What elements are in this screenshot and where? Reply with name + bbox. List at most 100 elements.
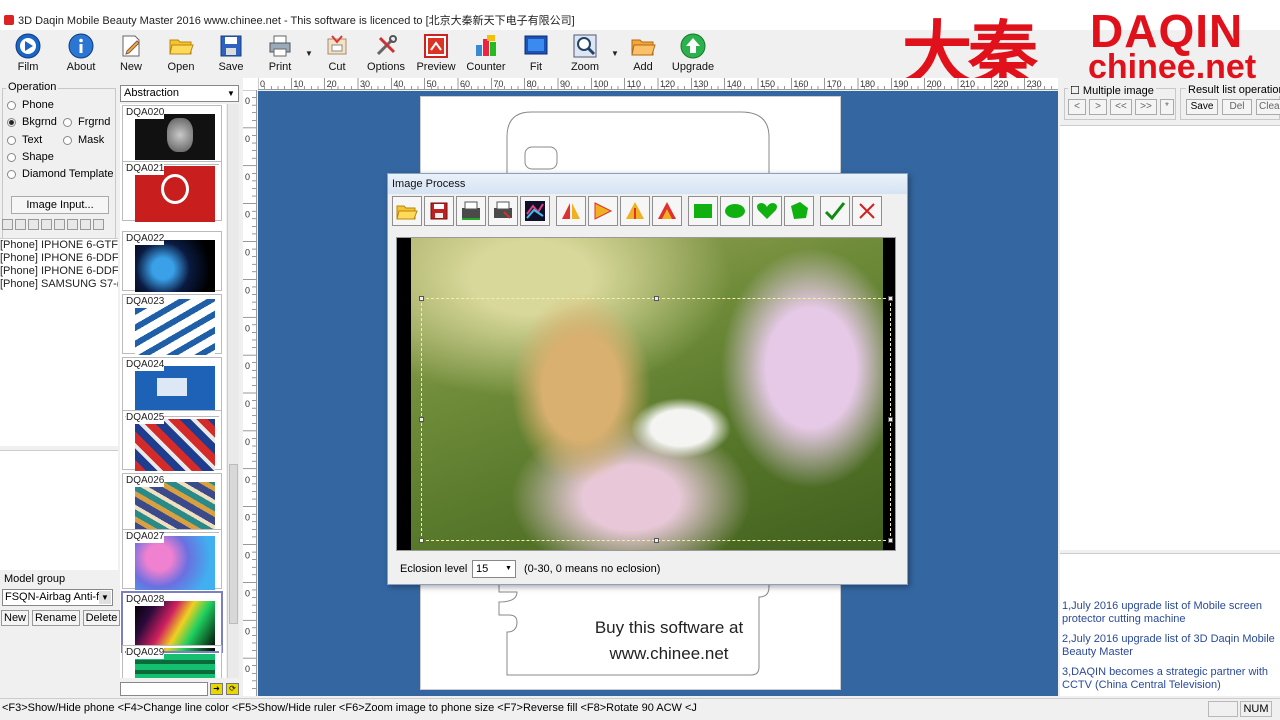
template-search-input[interactable]	[120, 682, 208, 696]
layer-tool-icon[interactable]	[80, 219, 91, 230]
save-disk-icon[interactable]	[424, 196, 454, 226]
template-thumb-dqa024[interactable]: DQA024	[122, 357, 222, 417]
fit-button[interactable]: Fit	[512, 30, 560, 76]
print-dropdown-arrow[interactable]: ▼	[304, 30, 314, 76]
polygon-shape-icon[interactable]	[784, 196, 814, 226]
open-folder-icon[interactable]	[392, 196, 422, 226]
scan-alt-icon[interactable]	[488, 196, 518, 226]
template-thumb-dqa020[interactable]: DQA020	[122, 105, 222, 165]
template-category-select[interactable]: Abstraction ▼	[120, 85, 239, 102]
radio-bkgrnd[interactable]: Bkgrnd	[7, 116, 57, 128]
flip-vertical-icon[interactable]	[620, 196, 650, 226]
layer-tool-icon[interactable]	[67, 219, 78, 230]
image-preview[interactable]	[396, 237, 896, 551]
upgrade-button[interactable]: Upgrade	[666, 30, 720, 76]
resize-handle[interactable]	[888, 538, 893, 543]
eclosion-select[interactable]: 15 ▼	[472, 560, 516, 578]
template-thumb-dqa025[interactable]: DQA025	[122, 410, 222, 471]
zoom-button[interactable]: Zoom	[560, 30, 610, 76]
result-clear-button[interactable]: Clear	[1256, 99, 1280, 115]
ruler-label: 90	[560, 79, 570, 89]
radio-text[interactable]: Text	[7, 134, 42, 146]
result-list[interactable]	[1060, 125, 1280, 550]
open-button[interactable]: Open	[156, 30, 206, 76]
radio-phone[interactable]: Phone	[7, 99, 54, 111]
print-button[interactable]: Print	[256, 30, 304, 76]
resize-handle[interactable]	[419, 296, 424, 301]
radio-diamond-template[interactable]: Diamond Template	[7, 168, 114, 180]
layer-tool-icon[interactable]	[93, 219, 104, 230]
result-save-button[interactable]: Save	[1186, 99, 1218, 115]
radio-mask[interactable]: Mask	[63, 134, 104, 146]
template-thumb-dqa026[interactable]: DQA026	[122, 473, 222, 533]
ruler-label: 110	[627, 79, 641, 89]
news-item[interactable]: 2,July 2016 upgrade list of 3D Daqin Mob…	[1062, 633, 1278, 659]
nav-star-button[interactable]: *	[1160, 99, 1174, 115]
flip-up-icon[interactable]	[652, 196, 682, 226]
resize-handle[interactable]	[654, 296, 659, 301]
property-area	[0, 450, 118, 570]
nav-last-button[interactable]: >>	[1135, 99, 1157, 115]
layer-item[interactable]: [Phone] IPHONE 6-DDFI	[0, 265, 118, 278]
model-new-button[interactable]: New	[1, 610, 30, 626]
multiple-image-checkbox[interactable]: ☐ Multiple image	[1068, 84, 1156, 97]
save-button[interactable]: Save	[206, 30, 256, 76]
model-group-select[interactable]: FSQN-Airbag Anti-fa ▼	[2, 589, 113, 606]
new-button[interactable]: New	[106, 30, 156, 76]
layer-tool-icon[interactable]	[2, 219, 13, 230]
right-panel: < > << >> * ☐ Multiple image Save Del Cl…	[1060, 80, 1280, 696]
arrow-right-icon[interactable]: ➜	[210, 683, 223, 695]
flip-horizontal-icon[interactable]	[556, 196, 586, 226]
refresh-icon[interactable]: ⟳	[226, 683, 239, 695]
counter-button[interactable]: Counter	[460, 30, 512, 76]
nav-first-button[interactable]: <<	[1110, 99, 1132, 115]
resize-handle[interactable]	[419, 417, 424, 422]
crop-selection[interactable]	[419, 296, 893, 543]
image-input-button[interactable]: Image Input...	[11, 196, 109, 214]
layer-item[interactable]: [Phone] IPHONE 6-GTFS	[0, 239, 118, 252]
template-thumb-dqa021[interactable]: DQA021	[122, 161, 222, 222]
film-button[interactable]: Film	[0, 30, 56, 76]
resize-handle[interactable]	[654, 538, 659, 543]
layer-item[interactable]: [Phone] IPHONE 6-DDFI	[0, 252, 118, 265]
model-rename-button[interactable]: Rename	[32, 610, 80, 626]
rectangle-shape-icon[interactable]	[688, 196, 718, 226]
radio-shape[interactable]: Shape	[7, 151, 54, 163]
flip-right-icon[interactable]	[588, 196, 618, 226]
preview-button[interactable]: Preview	[412, 30, 460, 76]
about-button[interactable]: About	[56, 30, 106, 76]
cut-button[interactable]: Cut	[314, 30, 360, 76]
ellipse-shape-icon[interactable]	[720, 196, 750, 226]
zoom-dropdown-arrow[interactable]: ▼	[610, 30, 620, 76]
scan-icon[interactable]	[456, 196, 486, 226]
options-button[interactable]: Options	[360, 30, 412, 76]
template-thumb-dqa028[interactable]: DQA028	[121, 591, 223, 653]
layer-tool-icon[interactable]	[41, 219, 52, 230]
resize-handle[interactable]	[419, 538, 424, 543]
resize-handle[interactable]	[888, 417, 893, 422]
template-thumb-dqa027[interactable]: DQA027	[122, 529, 222, 590]
scrollbar-thumb[interactable]	[229, 464, 238, 624]
heart-shape-icon[interactable]	[752, 196, 782, 226]
template-scrollbar[interactable]	[227, 104, 239, 678]
result-del-button[interactable]: Del	[1222, 99, 1252, 115]
radio-frgrnd[interactable]: Frgrnd	[63, 116, 110, 128]
model-delete-button[interactable]: Delete	[82, 610, 121, 626]
layer-tool-icon[interactable]	[54, 219, 65, 230]
nav-next-button[interactable]: >	[1089, 99, 1107, 115]
template-thumb-dqa029[interactable]: DQA029	[122, 645, 222, 678]
template-thumb-dqa023[interactable]: DQA023	[122, 294, 222, 355]
ok-check-icon[interactable]	[820, 196, 850, 226]
news-item[interactable]: 3,DAQIN becomes a strategic partner with…	[1062, 666, 1278, 692]
template-thumb-dqa022[interactable]: DQA022	[122, 231, 222, 292]
layer-tool-icon[interactable]	[28, 219, 39, 230]
nav-prev-button[interactable]: <	[1068, 99, 1086, 115]
image-effect-icon[interactable]	[520, 196, 550, 226]
news-item[interactable]: 1,July 2016 upgrade list of Mobile scree…	[1062, 600, 1278, 626]
layer-tool-icon[interactable]	[15, 219, 26, 230]
add-button[interactable]: Add	[620, 30, 666, 76]
resize-handle[interactable]	[888, 296, 893, 301]
film-label: Film	[17, 61, 39, 73]
cancel-x-icon[interactable]	[852, 196, 882, 226]
layer-item[interactable]: [Phone] SAMSUNG S7-(	[0, 278, 118, 291]
